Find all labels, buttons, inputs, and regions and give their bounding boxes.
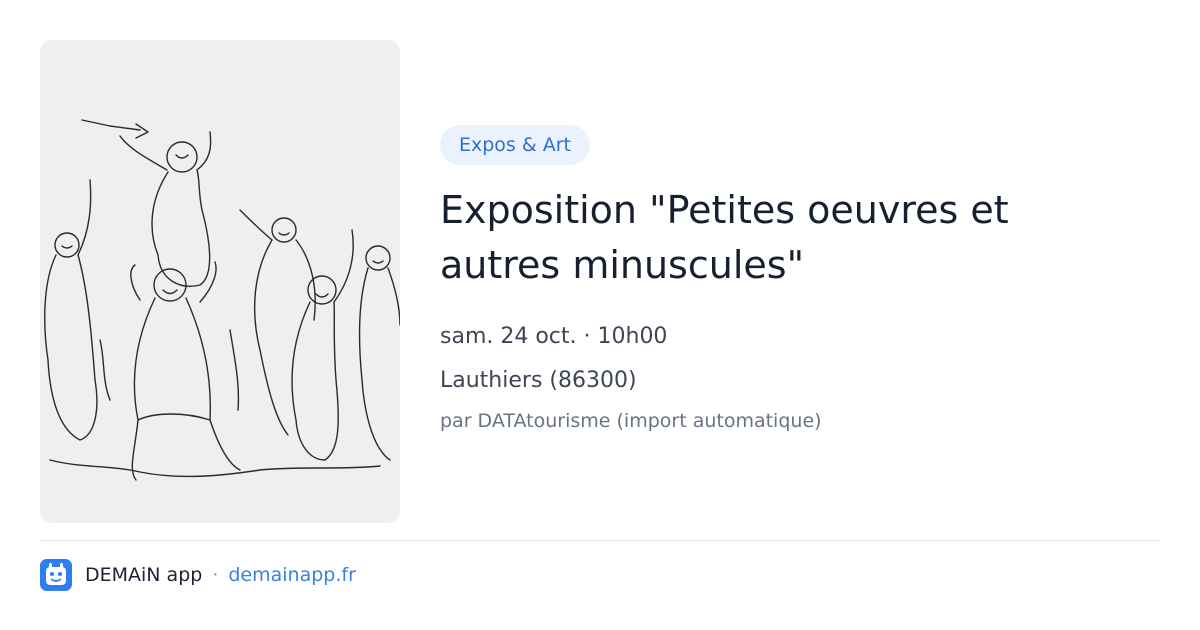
event-image — [40, 40, 400, 523]
event-datetime: sam. 24 oct. · 10h00 — [440, 324, 668, 349]
footer: DEMAiN app · demainapp.fr — [40, 559, 356, 591]
event-title: Exposition "Petites oeuvres et autres mi… — [440, 188, 1009, 287]
site-link[interactable]: demainapp.fr — [228, 564, 356, 586]
event-details: Expos & Art Exposition "Petites oeuvres … — [440, 125, 1160, 434]
app-name: DEMAiN app — [85, 564, 203, 586]
dancing-figures-sketch — [40, 40, 400, 523]
category-tag[interactable]: Expos & Art — [440, 125, 590, 165]
footer-separator: · — [212, 564, 219, 586]
event-location: Lauthiers (86300) — [440, 368, 637, 393]
event-source: par DATAtourisme (import automatique) — [440, 410, 822, 432]
demain-app-logo-icon — [40, 559, 72, 591]
footer-divider — [40, 540, 1160, 541]
